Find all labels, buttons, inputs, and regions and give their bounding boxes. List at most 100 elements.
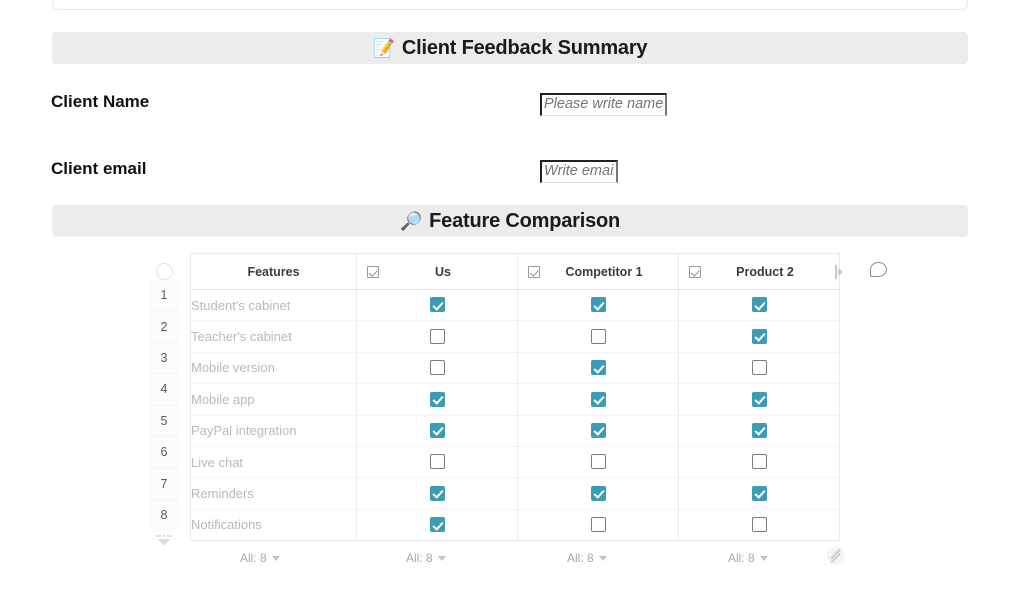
checkbox-cell-us[interactable]: [357, 352, 518, 383]
table-row: Live chat: [191, 446, 840, 477]
checkbox-cell-competitor1[interactable]: [518, 478, 679, 509]
comparison-table: Features Us Competitor 1: [190, 253, 840, 541]
aggregate-label: All: 8: [728, 551, 755, 565]
checkbox-cell-competitor1[interactable]: [518, 509, 679, 540]
row-number[interactable]: 1: [150, 280, 179, 311]
checkbox-cell-competitor1[interactable]: [518, 415, 679, 446]
checkbox-cell-product2[interactable]: [679, 352, 840, 383]
checkbox-unchecked-icon[interactable]: [591, 454, 606, 469]
checkbox-checked-icon[interactable]: [752, 423, 767, 438]
checkbox-cell-product2[interactable]: [679, 415, 840, 446]
checkbox-cell-us[interactable]: [357, 290, 518, 321]
column-header-label: Features: [201, 265, 346, 279]
previous-section-card-partial: [52, 0, 968, 10]
checkbox-checked-icon[interactable]: [591, 423, 606, 438]
checkbox-checked-icon[interactable]: [591, 486, 606, 501]
aggregate-selector[interactable]: All: 8: [728, 551, 768, 565]
column-header-label: Us: [379, 265, 507, 279]
checkbox-checked-icon[interactable]: [591, 360, 606, 375]
checkbox-unchecked-icon[interactable]: [591, 329, 606, 344]
section-title-client-feedback: Client Feedback Summary: [402, 37, 648, 60]
checkbox-checked-icon[interactable]: [430, 297, 445, 312]
row-number[interactable]: 4: [150, 374, 179, 405]
row-number[interactable]: 3: [150, 343, 179, 374]
checkbox-checked-icon[interactable]: [591, 392, 606, 407]
checkbox-cell-us[interactable]: [357, 415, 518, 446]
checkbox-unchecked-icon[interactable]: [752, 360, 767, 375]
checkbox-unchecked-icon[interactable]: [752, 454, 767, 469]
checkbox-cell-competitor1[interactable]: [518, 446, 679, 477]
checkbox-column-icon: [689, 266, 701, 278]
row-number[interactable]: 2: [150, 311, 179, 342]
checkbox-cell-product2[interactable]: [679, 446, 840, 477]
checkbox-checked-icon[interactable]: [752, 392, 767, 407]
column-header-us[interactable]: Us: [357, 254, 518, 290]
checkbox-unchecked-icon[interactable]: [591, 517, 606, 532]
feature-name-cell[interactable]: Mobile app: [191, 384, 357, 415]
checkbox-cell-competitor1[interactable]: [518, 290, 679, 321]
resize-handle-icon[interactable]: [827, 547, 845, 565]
chevron-down-icon[interactable]: [599, 556, 607, 561]
insert-column-icon[interactable]: [835, 264, 847, 280]
feature-name-cell[interactable]: Live chat: [191, 446, 357, 477]
chevron-down-icon[interactable]: [760, 556, 768, 561]
checkbox-checked-icon[interactable]: [591, 297, 606, 312]
feature-name-cell[interactable]: PayPal integration: [191, 415, 357, 446]
client-email-label: Client email: [51, 159, 146, 179]
checkbox-cell-competitor1[interactable]: [518, 384, 679, 415]
feature-name-cell[interactable]: Reminders: [191, 478, 357, 509]
checkbox-cell-product2[interactable]: [679, 509, 840, 540]
feature-name-cell[interactable]: Mobile version: [191, 352, 357, 383]
column-header-label: Competitor 1: [540, 265, 668, 279]
checkbox-unchecked-icon[interactable]: [430, 329, 445, 344]
row-number[interactable]: 6: [150, 437, 179, 468]
feature-name-cell[interactable]: Notifications: [191, 509, 357, 540]
chevron-down-icon[interactable]: [438, 556, 446, 561]
aggregate-selector[interactable]: All: 8: [567, 551, 607, 565]
table-header-row: Features Us Competitor 1: [191, 254, 840, 290]
checkbox-checked-icon[interactable]: [430, 486, 445, 501]
checkbox-cell-product2[interactable]: [679, 290, 840, 321]
column-header-product-2[interactable]: Product 2: [679, 254, 840, 290]
comment-bubble-icon[interactable]: [870, 262, 887, 277]
client-name-input[interactable]: [540, 93, 667, 116]
checkbox-unchecked-icon[interactable]: [430, 454, 445, 469]
checkbox-checked-icon[interactable]: [752, 486, 767, 501]
row-number[interactable]: 7: [150, 468, 179, 499]
client-email-input[interactable]: [540, 160, 618, 183]
checkbox-cell-us[interactable]: [357, 384, 518, 415]
add-row-arrow-icon[interactable]: [153, 535, 175, 546]
select-all-circle-icon[interactable]: [156, 263, 173, 280]
column-header-competitor-1[interactable]: Competitor 1: [518, 254, 679, 290]
checkbox-cell-us[interactable]: [357, 478, 518, 509]
row-number[interactable]: 5: [150, 406, 179, 437]
checkbox-cell-us[interactable]: [357, 321, 518, 352]
checkbox-cell-competitor1[interactable]: [518, 321, 679, 352]
column-header-features[interactable]: Features: [191, 254, 357, 290]
checkbox-unchecked-icon[interactable]: [430, 360, 445, 375]
checkbox-column-icon: [367, 266, 379, 278]
checkbox-cell-product2[interactable]: [679, 384, 840, 415]
aggregate-label: All: 8: [240, 551, 267, 565]
chevron-down-icon[interactable]: [272, 556, 280, 561]
aggregate-label: All: 8: [567, 551, 594, 565]
checkbox-cell-product2[interactable]: [679, 478, 840, 509]
aggregate-row: All: 8 All: 8 All: 8 All: 8: [190, 551, 839, 575]
checkbox-unchecked-icon[interactable]: [752, 517, 767, 532]
checkbox-cell-us[interactable]: [357, 446, 518, 477]
section-title-feature-comparison: Feature Comparison: [429, 210, 620, 233]
row-number[interactable]: 8: [150, 500, 179, 531]
feature-name-cell[interactable]: Teacher's cabinet: [191, 321, 357, 352]
checkbox-cell-us[interactable]: [357, 509, 518, 540]
checkbox-checked-icon[interactable]: [752, 329, 767, 344]
checkbox-cell-competitor1[interactable]: [518, 352, 679, 383]
checkbox-checked-icon[interactable]: [430, 423, 445, 438]
aggregate-label: All: 8: [406, 551, 433, 565]
checkbox-checked-icon[interactable]: [430, 392, 445, 407]
checkbox-cell-product2[interactable]: [679, 321, 840, 352]
aggregate-selector[interactable]: All: 8: [406, 551, 446, 565]
checkbox-checked-icon[interactable]: [752, 297, 767, 312]
feature-name-cell[interactable]: Student's cabinet: [191, 290, 357, 321]
checkbox-checked-icon[interactable]: [430, 517, 445, 532]
aggregate-selector[interactable]: All: 8: [240, 551, 280, 565]
